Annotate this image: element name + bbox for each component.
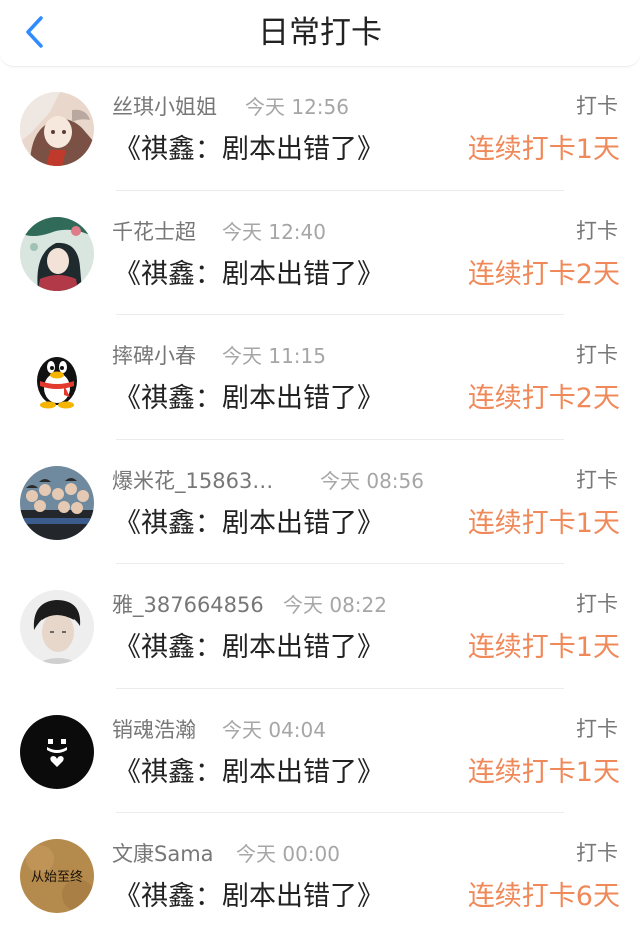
qq-penguin-avatar	[20, 341, 94, 415]
list-item[interactable]: 千花士超 今天 12:40 打卡 《祺鑫：剧本出错了》 连续打卡2天	[0, 191, 640, 315]
checkin-time: 今天 08:56	[320, 468, 424, 493]
list-item[interactable]: 从始至终 文康Sama 今天 00:00 打卡 《祺鑫：剧本出错了》 连续打卡6…	[0, 813, 640, 938]
checkin-time: 今天 00:00	[236, 842, 340, 866]
top-bar: 日常打卡	[0, 0, 640, 67]
group-photo-avatar	[20, 465, 94, 540]
list-item[interactable]: 爆米花_15863… 今天 08:56 打卡 《祺鑫：剧本出错了》 连续打卡1天	[0, 440, 640, 564]
black-heart-avatar	[20, 714, 94, 789]
list-item[interactable]: 丝琪小姐姐 今天 12:56 打卡 《祺鑫：剧本出错了》 连续打卡1天	[0, 66, 640, 191]
avatar[interactable]	[20, 590, 94, 664]
avatar[interactable]	[20, 216, 94, 291]
book-title: 《祺鑫：剧本出错了》	[114, 134, 384, 165]
book-title: 《祺鑫：剧本出错了》	[114, 756, 384, 788]
page-title: 日常打卡	[258, 15, 382, 51]
list-item[interactable]: 雅_387664856 今天 08:22 打卡 《祺鑫：剧本出错了》 连续打卡1…	[0, 564, 640, 689]
avatar-text: 从始至终	[31, 869, 83, 885]
streak-count: 连续打卡1天	[467, 134, 620, 165]
checkin-time: 今天 12:56	[245, 95, 349, 119]
avatar[interactable]	[20, 341, 94, 415]
user-name: 千花士超	[112, 219, 196, 244]
book-title: 《祺鑫：剧本出错了》	[114, 632, 384, 663]
list-item[interactable]: 销魂浩瀚 今天 04:04 打卡 《祺鑫：剧本出错了》 连续打卡1天	[0, 689, 640, 813]
checkin-label: 打卡	[576, 716, 618, 741]
avatar[interactable]: 从始至终	[20, 839, 94, 913]
streak-count: 连续打卡1天	[467, 507, 620, 539]
user-name: 雅_387664856	[112, 593, 264, 617]
book-title: 《祺鑫：剧本出错了》	[114, 258, 384, 290]
list-item[interactable]: 摔碑小春 今天 11:15 打卡 《祺鑫：剧本出错了》 连续打卡2天	[0, 315, 640, 440]
checkin-label: 打卡	[576, 343, 618, 367]
book-title: 《祺鑫：剧本出错了》	[114, 507, 384, 539]
checkin-label: 打卡	[576, 94, 618, 118]
avatar[interactable]	[20, 92, 94, 166]
checkin-list: 丝琪小姐姐 今天 12:56 打卡 《祺鑫：剧本出错了》 连续打卡1天 千花士超…	[0, 66, 640, 938]
portrait-avatar	[20, 590, 94, 664]
streak-count: 连续打卡1天	[467, 756, 620, 788]
checkin-label: 打卡	[576, 218, 618, 243]
user-name: 爆米花_15863…	[112, 468, 274, 493]
user-name: 文康Sama	[112, 842, 214, 866]
streak-count: 连续打卡2天	[467, 258, 620, 290]
book-title: 《祺鑫：剧本出错了》	[114, 881, 384, 912]
checkin-label: 打卡	[576, 467, 618, 492]
avatar[interactable]	[20, 465, 94, 540]
illustrated-girl-avatar	[20, 216, 94, 291]
text-avatar: 从始至终	[20, 839, 94, 913]
avatar[interactable]	[20, 714, 94, 789]
user-name: 销魂浩瀚	[112, 717, 196, 742]
checkin-time: 今天 11:15	[222, 344, 326, 368]
user-name: 摔碑小春	[112, 344, 196, 368]
user-name: 丝琪小姐姐	[112, 95, 217, 119]
checkin-label: 打卡	[576, 841, 618, 865]
checkin-time: 今天 12:40	[222, 219, 326, 244]
streak-count: 连续打卡6天	[467, 881, 620, 912]
book-title: 《祺鑫：剧本出错了》	[114, 383, 384, 414]
streak-count: 连续打卡1天	[467, 632, 620, 663]
checkin-time: 今天 04:04	[222, 717, 326, 742]
anime-girl-avatar	[20, 92, 94, 166]
checkin-label: 打卡	[576, 592, 618, 616]
streak-count: 连续打卡2天	[467, 383, 620, 414]
checkin-time: 今天 08:22	[283, 593, 387, 617]
